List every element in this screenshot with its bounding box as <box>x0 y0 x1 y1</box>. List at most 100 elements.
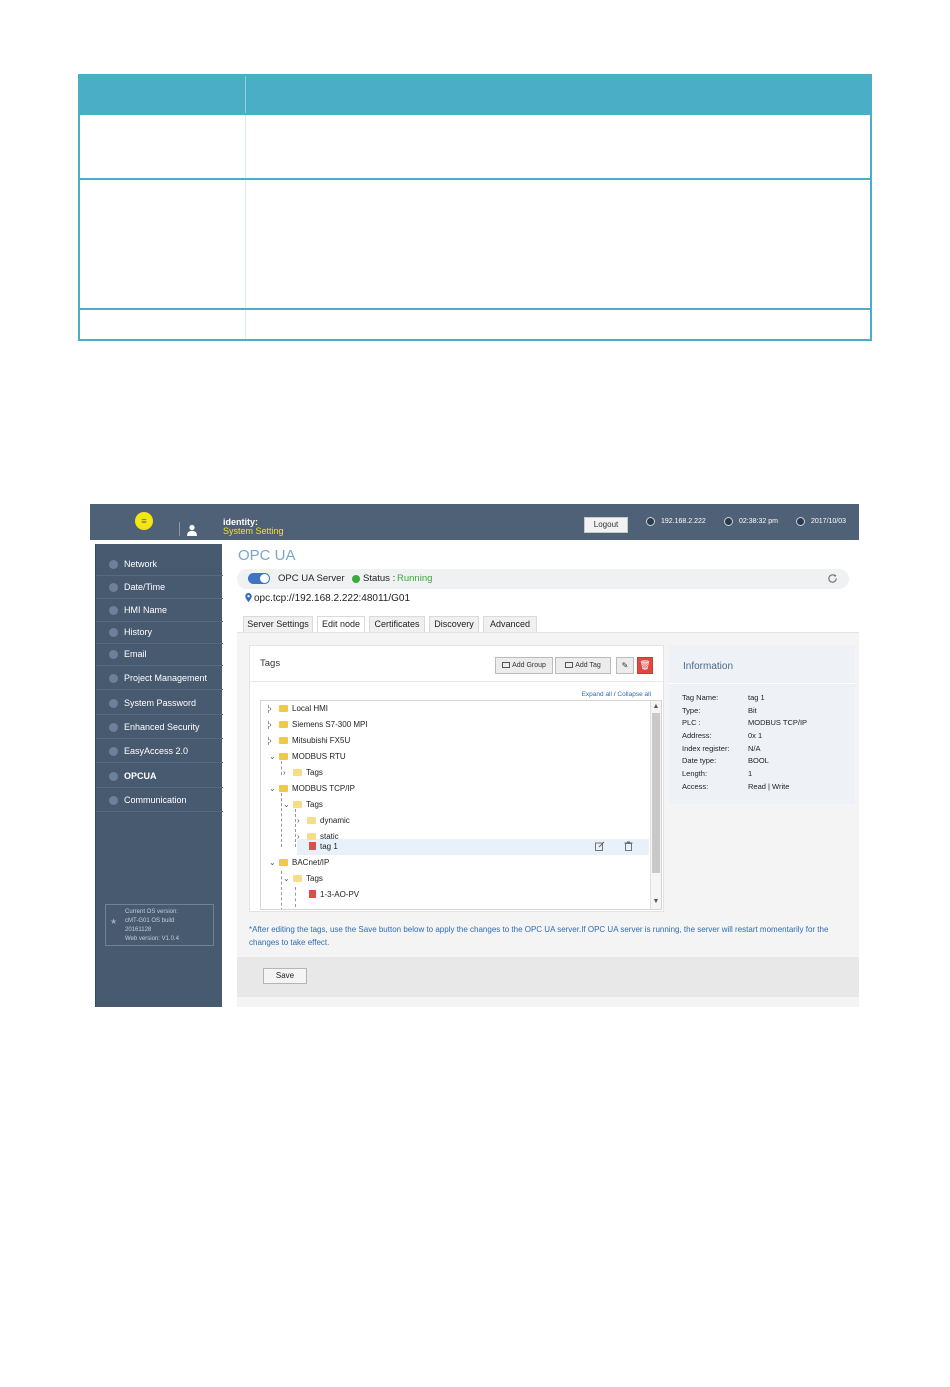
sidebar-item-label: Project Management <box>124 673 208 683</box>
sidebar-item-enhanced-security[interactable]: Enhanced Security <box>96 716 223 739</box>
server-label: OPC UA Server <box>278 573 345 584</box>
tree-node-bacnet[interactable]: ⌄ BACnet/IP <box>269 855 329 871</box>
project-icon <box>109 674 118 683</box>
chevron-right-icon[interactable]: › <box>297 829 307 845</box>
server-url: opc.tcp://192.168.2.222:48011/G01 <box>245 593 410 604</box>
tree-node-label: Tags <box>306 800 323 809</box>
tab-server-settings[interactable]: Server Settings <box>243 616 313 632</box>
scroll-thumb[interactable] <box>652 713 660 873</box>
add-tag-button[interactable]: Add Tag <box>555 657 611 674</box>
user-icon[interactable] <box>186 524 198 536</box>
tree-node-tags[interactable]: › Tags <box>283 765 323 781</box>
logout-button[interactable]: Logout <box>584 517 628 533</box>
node-edit-icon[interactable] <box>595 841 605 853</box>
sidebar-item-easyaccess[interactable]: EasyAccess 2.0 <box>96 740 223 763</box>
clock-icon <box>724 516 733 526</box>
delete-button[interactable]: 🗑 <box>637 657 653 674</box>
star-icon: ★ <box>110 917 118 926</box>
refresh-icon[interactable] <box>827 573 838 584</box>
scroll-down-icon[interactable]: ▼ <box>651 897 661 907</box>
tag-icon <box>309 890 316 898</box>
info-value: 1 <box>748 769 753 778</box>
version-line: Current OS version: <box>125 909 179 915</box>
tab-discovery[interactable]: Discovery <box>429 616 479 632</box>
tab-certificates[interactable]: Certificates <box>369 616 425 632</box>
sidebar-item-system-password[interactable]: System Password <box>96 692 223 715</box>
edit-button[interactable]: ✎ <box>616 657 634 674</box>
chevron-down-icon[interactable]: ⌄ <box>283 797 293 813</box>
folder-icon <box>279 859 288 866</box>
tree-node-tag-1[interactable]: tag 1 <box>309 839 338 855</box>
chevron-right-icon[interactable]: › <box>283 765 293 781</box>
sidebar-item-label: History <box>124 627 153 637</box>
tree-node-mitsubishi[interactable]: › Mitsubishi FX5U <box>269 733 350 749</box>
sidebar-item-opcua[interactable]: OPCUA <box>96 765 223 788</box>
info-key: Length: <box>682 769 708 778</box>
sidebar-item-communication[interactable]: Communication <box>96 789 223 812</box>
sidebar-item-history[interactable]: History <box>96 621 223 644</box>
chevron-right-icon[interactable]: › <box>269 717 279 733</box>
chevron-down-icon[interactable]: ⌄ <box>269 855 279 871</box>
tree-scrollbar[interactable]: ▲ ▼ <box>650 701 661 909</box>
chevron-down-icon[interactable]: ⌄ <box>269 781 279 797</box>
expand-collapse-links: Expand all / Collapse all <box>582 691 651 698</box>
expand-all-link[interactable]: Expand all <box>582 691 612 698</box>
tree-node-label: dynamic <box>320 816 350 825</box>
document-table <box>78 74 872 341</box>
chevron-down-icon[interactable]: ⌄ <box>269 749 279 765</box>
edit-icon: ✎ <box>621 661 629 670</box>
panel-divider <box>250 681 663 682</box>
node-trash-icon[interactable] <box>624 841 633 853</box>
add-tag-label: Add Tag <box>575 662 601 669</box>
folder-icon <box>307 817 316 824</box>
tree-node-1-3-ao-pv[interactable]: 1-3-AO-PV <box>309 887 359 903</box>
sidebar-item-hmi-name[interactable]: HMI Name <box>96 599 223 622</box>
location-pin-icon <box>245 593 252 602</box>
collapse-all-link[interactable]: Collapse all <box>617 691 651 698</box>
info-value: Bit <box>748 706 757 715</box>
link-separator: / <box>613 691 616 698</box>
ip-text: 192.168.2.222 <box>661 518 706 525</box>
sidebar-item-label: Enhanced Security <box>124 722 200 732</box>
folder-icon <box>279 753 288 760</box>
sidebar-item-network[interactable]: Network <box>96 553 223 576</box>
save-button[interactable]: Save <box>263 968 307 984</box>
sidebar: Network Date/Time HMI Name History Email… <box>95 544 223 1007</box>
tag-icon <box>309 842 316 850</box>
sidebar-item-label: Network <box>124 559 158 569</box>
tab-edit-node[interactable]: Edit node <box>317 616 365 632</box>
sidebar-item-project-management[interactable]: Project Management <box>96 667 223 690</box>
tree-node-local-hmi[interactable]: › Local HMI <box>269 701 328 717</box>
tree-node-tags[interactable]: ⌄ Tags <box>283 871 323 887</box>
scroll-up-icon[interactable]: ▲ <box>651 702 661 712</box>
tree-node-label: Mitsubishi FX5U <box>292 736 351 745</box>
add-group-button[interactable]: Add Group <box>495 657 553 674</box>
add-group-label: Add Group <box>512 662 546 669</box>
tree-node-modbus-rtu[interactable]: ⌄ MODBUS RTU <box>269 749 346 765</box>
info-key: Index register: <box>682 744 730 753</box>
chevron-right-icon[interactable]: › <box>269 701 279 717</box>
sidebar-item-email[interactable]: Email <box>96 643 223 666</box>
tab-advanced[interactable]: Advanced <box>483 616 537 632</box>
clock-icon <box>109 583 118 592</box>
tree-node-dynamic[interactable]: › dynamic <box>297 813 350 829</box>
tree-node-tags[interactable]: ⌄ Tags <box>283 797 323 813</box>
server-toggle[interactable] <box>248 573 270 584</box>
tree-node-siemens[interactable]: › Siemens S7-300 MPI <box>269 717 368 733</box>
tree-guide <box>295 809 296 847</box>
info-row: PLC : MODBUS TCP/IP <box>682 717 807 730</box>
sidebar-item-label: HMI Name <box>124 605 168 615</box>
chevron-down-icon[interactable]: ⌄ <box>283 871 293 887</box>
chevron-right-icon[interactable]: › <box>297 813 307 829</box>
sidebar-item-datetime[interactable]: Date/Time <box>96 576 223 599</box>
divider <box>179 522 180 536</box>
main-content: OPC UA OPC UA Server Status : Running op… <box>237 544 859 1007</box>
easyaccess-icon <box>109 747 118 756</box>
chevron-right-icon[interactable]: › <box>269 733 279 749</box>
info-value: tag 1 <box>748 693 765 702</box>
info-value: BOOL <box>748 756 769 765</box>
info-value: N/A <box>748 744 761 753</box>
tree-node-modbus-tcpip[interactable]: ⌄ MODBUS TCP/IP <box>269 781 355 797</box>
folder-icon <box>293 875 302 882</box>
menu-icon[interactable]: ≡ <box>135 512 153 530</box>
